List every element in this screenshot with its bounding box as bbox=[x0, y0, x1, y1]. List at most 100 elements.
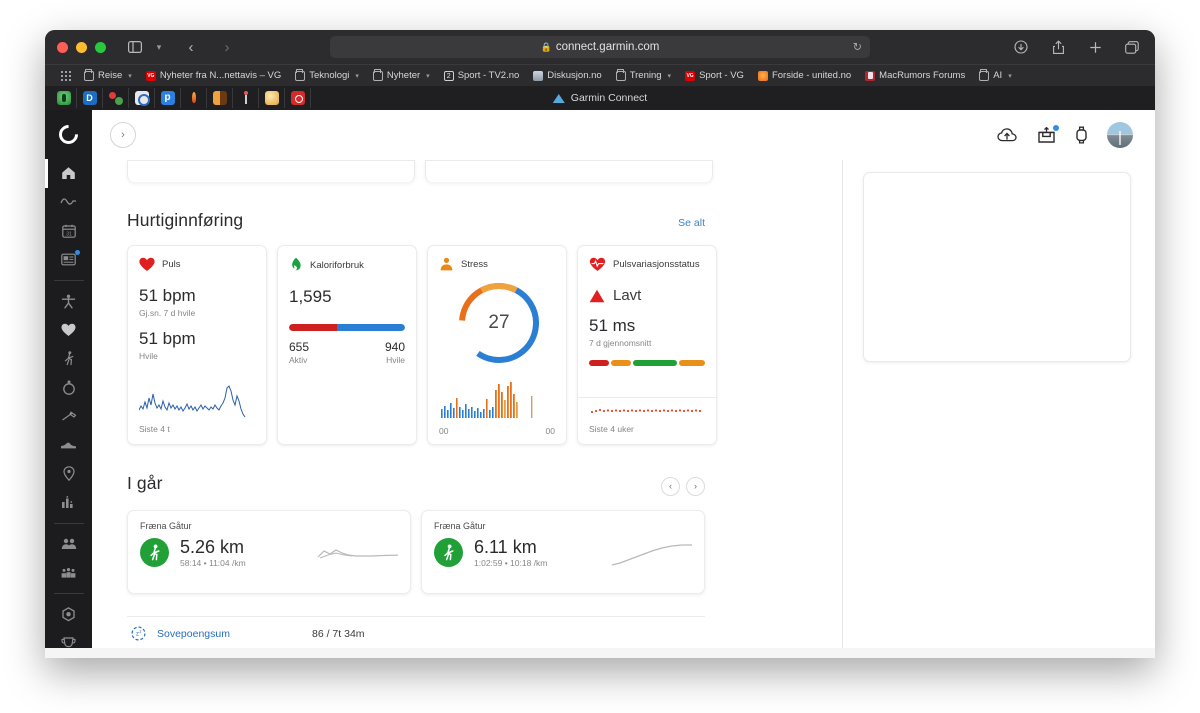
sidebar-item-groups[interactable] bbox=[45, 530, 92, 559]
watch-icon[interactable] bbox=[1075, 126, 1088, 144]
partial-card-right[interactable] bbox=[425, 160, 713, 182]
navigation-buttons[interactable]: ‹ › bbox=[180, 36, 238, 58]
pinned-tab-7[interactable] bbox=[207, 88, 233, 108]
sidebar-item-stopwatch[interactable] bbox=[45, 373, 92, 402]
pinned-tab-5[interactable] bbox=[155, 88, 181, 108]
inbox-icon[interactable] bbox=[1037, 124, 1059, 144]
toolbar-right-actions[interactable] bbox=[1010, 36, 1143, 58]
pinned-tab-3[interactable] bbox=[103, 88, 129, 108]
pinned-tab-9[interactable] bbox=[259, 88, 285, 108]
sidebar-item-gear2[interactable] bbox=[45, 431, 92, 460]
sidebar-item-reports[interactable] bbox=[45, 488, 92, 517]
bookmark-sport-vg[interactable]: Sport - VG bbox=[678, 70, 751, 81]
folder-icon bbox=[295, 68, 306, 81]
pinned-tab-4[interactable] bbox=[129, 88, 155, 108]
activity-card-2[interactable]: Fræna Gåtur 6.11 km 1:02:59 • 10:18 /km bbox=[421, 509, 705, 594]
sidebar-item-home[interactable] bbox=[45, 158, 92, 188]
bookmark-sport-tv2[interactable]: Sport - TV2.no bbox=[437, 70, 527, 81]
see-all-link[interactable]: Se alt bbox=[678, 217, 705, 229]
diskusjon-favicon bbox=[533, 70, 544, 81]
window-controls[interactable] bbox=[57, 41, 106, 53]
hrv-value: 51 ms bbox=[589, 316, 636, 335]
share-icon[interactable] bbox=[1047, 36, 1069, 58]
page-scroll-area[interactable]: Hurtiginnføring Se alt Puls 51 bpm Gj.sn… bbox=[92, 160, 1155, 658]
right-panel-card[interactable] bbox=[863, 172, 1131, 362]
carousel-next-button[interactable]: › bbox=[686, 476, 705, 496]
sidebar-item-news[interactable] bbox=[45, 245, 92, 274]
bookmark-ai[interactable]: AI ▾ bbox=[972, 68, 1019, 81]
quick-look-header: Hurtiginnføring Se alt bbox=[127, 210, 705, 231]
sidebar-item-challenges[interactable] bbox=[45, 559, 92, 588]
sidebar-item-calendar[interactable]: 31 bbox=[45, 216, 92, 245]
calories-rest-value: 940 bbox=[384, 340, 405, 354]
tab-overview-icon[interactable] bbox=[1121, 36, 1143, 58]
active-tab-title[interactable]: Garmin Connect bbox=[552, 92, 647, 104]
bookmark-teknologi[interactable]: Teknologi ▾ bbox=[288, 68, 366, 81]
pinned-tab-strip[interactable]: Garmin Connect bbox=[45, 86, 1155, 110]
sidebar-chevron-down-icon[interactable]: ▾ bbox=[148, 36, 170, 58]
plus-icon[interactable] bbox=[1084, 36, 1106, 58]
sidebar-item-gear[interactable] bbox=[45, 402, 92, 431]
apps-grid-icon[interactable] bbox=[55, 70, 77, 81]
partial-card-left[interactable] bbox=[127, 160, 415, 182]
bookmarks-bar[interactable]: Reise ▾ Nyheter fra N...nettavis – VG Tek… bbox=[45, 64, 1155, 86]
upload-cloud-icon[interactable] bbox=[997, 127, 1018, 143]
bookmark-trening[interactable]: Trening ▾ bbox=[609, 68, 678, 81]
close-window-button[interactable] bbox=[57, 41, 68, 53]
yesterday-carousel-nav[interactable]: ‹ › bbox=[661, 476, 705, 496]
calories-breakdown: 655 Aktiv 940 Hvile bbox=[289, 340, 405, 365]
sidebar-toggle-icon[interactable] bbox=[124, 36, 146, 58]
hrv-seg-low bbox=[589, 360, 609, 366]
header-actions[interactable] bbox=[997, 122, 1133, 148]
bookmark-diskusjon[interactable]: Diskusjon.no bbox=[526, 70, 608, 81]
card-calories[interactable]: Kaloriforbruk 1,595 655 Aktiv 940 Hvile bbox=[277, 245, 417, 445]
back-button[interactable]: ‹ bbox=[180, 36, 202, 58]
pinned-tab-8[interactable] bbox=[233, 88, 259, 108]
bookmark-united[interactable]: Forside - united.no bbox=[751, 70, 858, 81]
summary-row-sleep[interactable]: zz Sovepoengsum 86 / 7t 34m bbox=[127, 615, 705, 651]
summary-label[interactable]: Sovepoengsum bbox=[157, 628, 312, 640]
carousel-prev-button[interactable]: ‹ bbox=[661, 476, 680, 496]
macrumors-favicon bbox=[865, 70, 876, 81]
bookmark-label: Nyheter fra N...nettavis – VG bbox=[159, 70, 282, 81]
forward-button[interactable]: › bbox=[216, 36, 238, 58]
reload-icon[interactable]: ↻ bbox=[853, 41, 862, 54]
bookmark-macrumors[interactable]: MacRumors Forums bbox=[858, 70, 972, 81]
avatar[interactable] bbox=[1107, 122, 1133, 148]
card-hrv[interactable]: Pulsvariasjonsstatus Lavt 51 ms 7 d gjen… bbox=[577, 245, 717, 445]
maximize-window-button[interactable] bbox=[95, 41, 106, 53]
download-icon[interactable] bbox=[1010, 36, 1032, 58]
bookmark-vg-nettavis[interactable]: Nyheter fra N...nettavis – VG bbox=[139, 70, 288, 81]
hr-rest-value: 51 bpm bbox=[139, 329, 196, 348]
garmin-logo[interactable] bbox=[45, 110, 92, 159]
address-bar[interactable]: 🔒 connect.garmin.com ↻ bbox=[330, 36, 870, 58]
sidebar-item-badges[interactable] bbox=[45, 600, 92, 629]
sidebar-item-heart[interactable] bbox=[45, 316, 92, 345]
expand-sidebar-button[interactable]: › bbox=[110, 122, 136, 148]
minimize-window-button[interactable] bbox=[76, 41, 87, 53]
activity-card-1[interactable]: Fræna Gåtur 5.26 km 58:14 • 11:04 /km bbox=[127, 509, 411, 594]
main-column: Hurtiginnføring Se alt Puls 51 bpm Gj.sn… bbox=[92, 160, 842, 658]
activity-name: Fræna Gåtur bbox=[140, 520, 192, 531]
sidebar-item-running[interactable] bbox=[45, 344, 92, 373]
pinned-tab-10[interactable] bbox=[285, 88, 311, 108]
sidebar-item-health[interactable] bbox=[45, 287, 92, 316]
card-stress[interactable]: Stress 27 00 00 bbox=[427, 245, 567, 445]
bookmark-reise[interactable]: Reise ▾ bbox=[77, 68, 139, 81]
sidebar-item-location[interactable] bbox=[45, 459, 92, 488]
activity-distance: 6.11 km bbox=[474, 536, 537, 557]
pinned-tab-1[interactable] bbox=[51, 88, 77, 108]
bookmark-nyheter[interactable]: Nyheter ▾ bbox=[366, 68, 437, 81]
walking-icon bbox=[140, 538, 169, 568]
bar-chart-icon bbox=[62, 496, 73, 509]
pinned-tab-6[interactable] bbox=[181, 88, 207, 108]
chevron-down-icon: ▾ bbox=[355, 72, 359, 80]
stress-axis-left: 00 bbox=[439, 426, 449, 436]
pinned-tab-2[interactable] bbox=[77, 88, 103, 108]
card-heart-rate[interactable]: Puls 51 bpm Gj.sn. 7 d hvile 51 bpm Hvil… bbox=[127, 245, 267, 445]
stress-score: 27 bbox=[488, 312, 510, 333]
activity-distance: 5.26 km bbox=[180, 536, 245, 557]
app-sidebar[interactable]: 31 bbox=[45, 110, 92, 658]
warning-triangle-icon bbox=[589, 289, 605, 302]
sidebar-item-activity[interactable] bbox=[45, 188, 92, 217]
